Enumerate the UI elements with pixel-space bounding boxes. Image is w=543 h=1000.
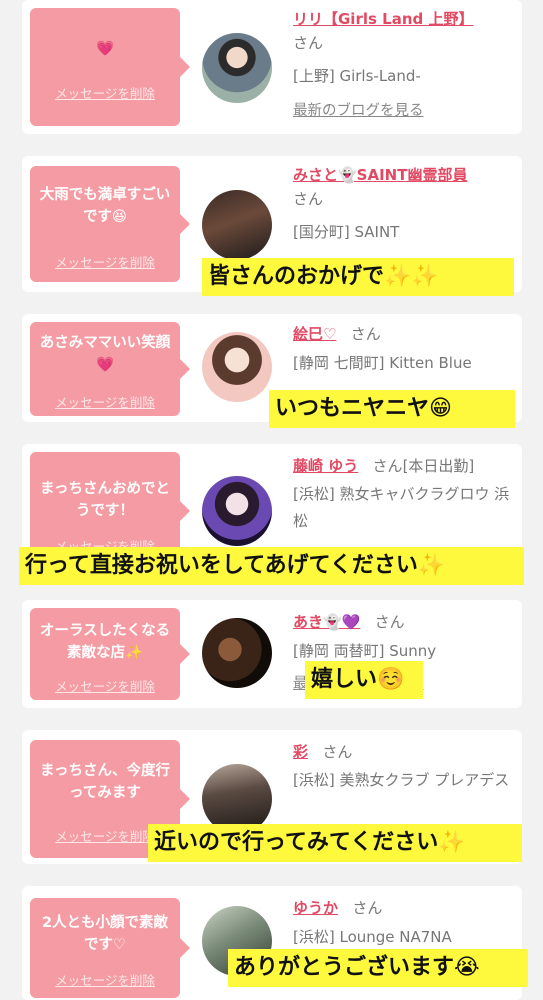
shop-info: [国分町] SAINT [293, 223, 400, 241]
caption-overlay: いつもニヤニヤ😁 [269, 390, 515, 428]
profile-name-link[interactable]: ゆうか [293, 899, 338, 917]
message-text: 💗 [95, 41, 115, 57]
message-bubble: 2人とも小顔で素敵です♡ メッセージを削除 [30, 898, 190, 998]
honorific: さん [374, 613, 405, 631]
message-card: オーラスしたくなる素敵な店✨ メッセージを削除 あき👻💜 さん [静岡 両替町]… [22, 600, 522, 708]
profile-name-link[interactable]: リリ【Girls Land 上野】 [293, 10, 473, 28]
caption-overlay: 皆さんのおかげで✨✨ [202, 258, 514, 296]
delete-message-link[interactable]: メッセージを削除 [30, 83, 180, 102]
profile-name-link[interactable]: みさと👻SAINT幽霊部員 [293, 166, 467, 184]
status-text: [本日出勤] [402, 457, 475, 475]
delete-message-link[interactable]: メッセージを削除 [30, 252, 180, 271]
message-text: まっちさん、今度行ってみます [40, 763, 170, 801]
avatar[interactable] [202, 332, 272, 402]
message-bubble: オーラスしたくなる素敵な店✨ メッセージを削除 [30, 608, 190, 700]
shop-info: [浜松] 美熟女クラブ プレアデス [293, 771, 510, 789]
profile-name-link[interactable]: 藤崎 ゆう [293, 457, 358, 475]
message-text: 大雨でも満卓すごいです😆 [39, 187, 171, 225]
shop-info: [浜松] 熟女キャバクラグロウ 浜松 [293, 485, 510, 530]
honorific: さん [293, 190, 324, 208]
profile-name-link[interactable]: あき👻💜 [293, 613, 360, 631]
honorific: さん [352, 899, 383, 917]
profile-name-link[interactable]: 絵巳♡ [293, 325, 336, 343]
profile-info: ゆうか さん [浜松] Lounge NA7NA [293, 894, 518, 952]
profile-info: 藤崎 ゆう さん[本日出勤] [浜松] 熟女キャバクラグロウ 浜松 [293, 452, 518, 535]
honorific: さん [372, 457, 403, 475]
latest-blog-link[interactable]: 最新のブログを見る [293, 97, 518, 126]
message-text: まっちさんおめでとうです！ [40, 481, 170, 519]
caption-overlay: 近いので行ってみてください✨ [148, 824, 522, 862]
honorific: さん [322, 743, 353, 761]
honorific: さん [293, 34, 324, 52]
delete-message-link[interactable]: メッセージを削除 [30, 676, 180, 695]
message-card: 💗 メッセージを削除 リリ【Girls Land 上野】 さん [上野] Gir… [22, 0, 522, 134]
avatar[interactable] [202, 618, 272, 688]
caption-overlay: 嬉しい☺️ [305, 661, 423, 699]
avatar[interactable] [202, 476, 272, 546]
honorific: さん [350, 325, 381, 343]
profile-info: みさと👻SAINT幽霊部員 さん [国分町] SAINT [293, 164, 518, 247]
shop-info: [上野] Girls-Land- [293, 67, 421, 85]
profile-info: 彩 さん [浜松] 美熟女クラブ プレアデス [293, 738, 518, 794]
profile-name-link[interactable]: 彩 [293, 743, 308, 761]
shop-info: [静岡 七間町] Kitten Blue [293, 354, 472, 372]
delete-message-link[interactable]: メッセージを削除 [30, 392, 180, 411]
shop-info: [浜松] Lounge NA7NA [293, 928, 452, 946]
message-text: あさみママいい笑顔💗 [39, 335, 171, 373]
caption-overlay: ありがとうございます😭 [228, 949, 528, 987]
message-bubble: 💗 メッセージを削除 [30, 8, 190, 126]
message-bubble: 大雨でも満卓すごいです😆 メッセージを削除 [30, 166, 190, 282]
avatar[interactable] [202, 190, 272, 260]
message-bubble: あさみママいい笑顔💗 メッセージを削除 [30, 322, 190, 416]
avatar[interactable] [202, 33, 272, 103]
message-text: 2人とも小顔で素敵です♡ [41, 915, 169, 953]
profile-info: 絵巳♡ さん [静岡 七間町] Kitten Blue [293, 320, 518, 378]
caption-overlay: 行って直接お祝いをしてあげてください✨ [19, 547, 524, 585]
delete-message-link[interactable]: メッセージを削除 [30, 970, 180, 989]
profile-info: リリ【Girls Land 上野】 さん [上野] Girls-Land- 最新… [293, 8, 518, 126]
message-text: オーラスしたくなる素敵な店✨ [39, 623, 171, 661]
